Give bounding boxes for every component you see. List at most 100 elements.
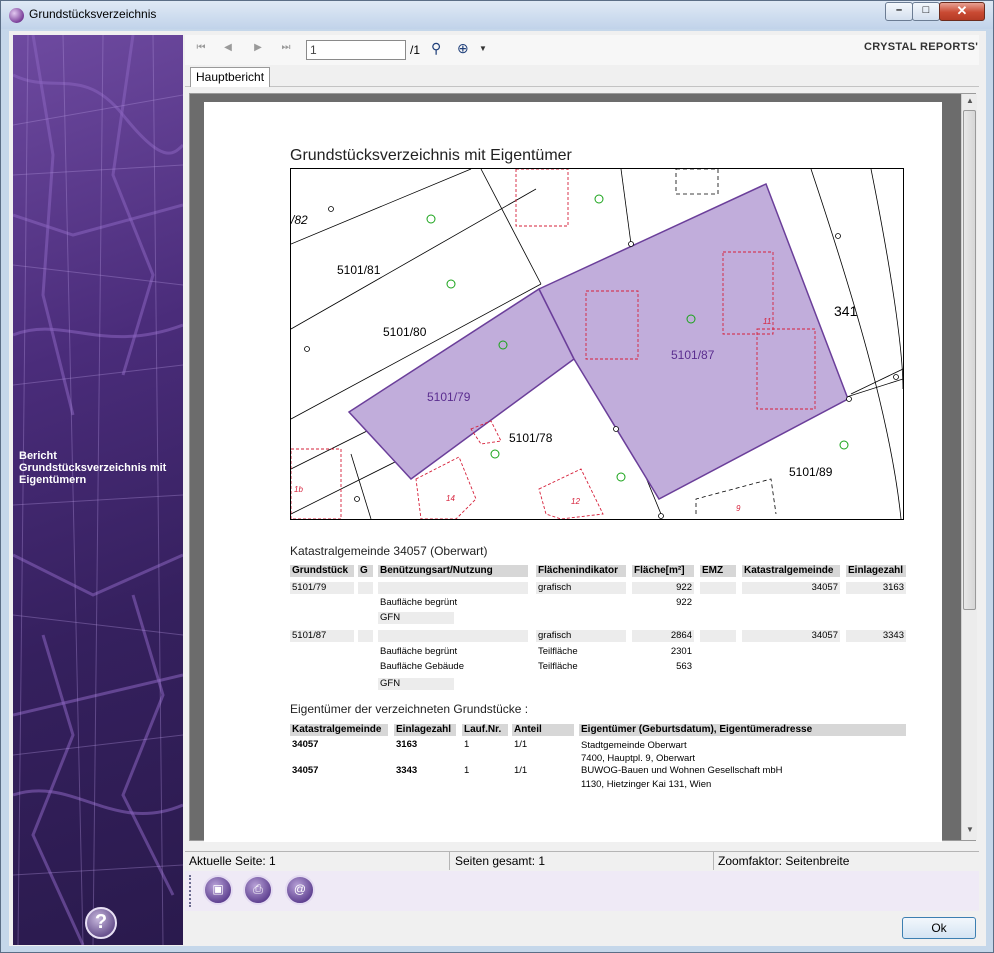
page-number-input[interactable]: 1 bbox=[306, 40, 406, 60]
scroll-down-icon[interactable]: ▼ bbox=[964, 825, 976, 837]
vertical-scrollbar[interactable]: ▲ ▼ bbox=[961, 94, 977, 840]
report-tabs: Hauptbericht bbox=[185, 65, 979, 87]
cell-flaeche: 922 bbox=[632, 582, 694, 594]
cell-emz bbox=[700, 582, 736, 594]
cell-eigentuemer-adresse: 1130, Hietzinger Kai 131, Wien bbox=[581, 779, 712, 790]
zoom-icon[interactable]: ⊕ bbox=[457, 40, 469, 57]
cell-grundstueck: 5101/87 bbox=[290, 630, 354, 642]
table-header: Einlagezahl bbox=[394, 724, 456, 736]
status-divider bbox=[713, 852, 714, 870]
map-graphic: /82 5101/81 5101/80 5101/78 5101/89 341 … bbox=[291, 169, 903, 519]
table-header: Eigentümer (Geburtsdatum), Eigentümeradr… bbox=[579, 724, 906, 736]
table-header: Grundstück bbox=[290, 565, 354, 577]
map-label-5101-89: 5101/89 bbox=[789, 465, 833, 479]
table-header: Anteil bbox=[512, 724, 574, 736]
parcel-5101-79 bbox=[347, 287, 575, 481]
cell-einlagezahl: 3163 bbox=[846, 582, 906, 594]
cell-g bbox=[358, 582, 373, 594]
maximize-icon: □ bbox=[922, 4, 930, 16]
close-icon: ✕ bbox=[956, 3, 968, 18]
cell-lauf-nr: 1 bbox=[464, 765, 470, 776]
maximize-button[interactable]: □ bbox=[912, 2, 940, 21]
cell-nutzung: Baufläche begrünt bbox=[380, 597, 458, 608]
cell-lauf-nr: 1 bbox=[464, 739, 470, 750]
next-page-icon[interactable]: ▶ bbox=[251, 42, 265, 56]
map-label-82: /82 bbox=[291, 213, 308, 227]
zoom-dropdown-icon[interactable]: ▼ bbox=[476, 44, 490, 58]
scroll-thumb[interactable] bbox=[963, 110, 976, 610]
status-bar: Aktuelle Seite: 1 Seiten gesamt: 1 Zoomf… bbox=[185, 851, 979, 870]
cell-anteil: 1/1 bbox=[514, 739, 528, 750]
sidebar-banner: Bericht Grundstücksverzeichnis mit Eigen… bbox=[13, 35, 183, 945]
status-divider bbox=[449, 852, 450, 870]
last-page-icon[interactable]: ⏭ bbox=[279, 42, 293, 56]
search-icon[interactable]: ⚲ bbox=[431, 40, 441, 57]
tab-hauptbericht[interactable]: Hauptbericht bbox=[190, 67, 271, 87]
status-current-page: Aktuelle Seite: 1 bbox=[189, 854, 276, 868]
cell-anteil: 1/1 bbox=[514, 765, 528, 776]
table-header: EMZ bbox=[700, 565, 736, 577]
parcel-5101-87 bbox=[537, 182, 849, 500]
toolbar-grip[interactable] bbox=[189, 875, 191, 907]
table-header: Lauf.Nr. bbox=[462, 724, 508, 736]
table-header: Benützungsart/Nutzung bbox=[378, 565, 528, 577]
viewer-toolbar: ⏮ ◀ ▶ ⏭ 1 /1 ⚲ ⊕ ▼ CRYSTAL REPORTS' bbox=[185, 35, 979, 65]
cell-grundstueck: 5101/79 bbox=[290, 582, 354, 594]
action-bar: ▣ ⎙ @ bbox=[185, 871, 979, 911]
first-page-icon[interactable]: ⏮ bbox=[194, 42, 208, 56]
cadastral-map: /82 5101/81 5101/80 5101/78 5101/89 341 … bbox=[290, 168, 904, 520]
ok-button[interactable]: Ok bbox=[902, 917, 976, 939]
previous-page-icon[interactable]: ◀ bbox=[221, 42, 235, 56]
table-header: Fläche[m²] bbox=[632, 565, 694, 577]
cell-nutzung: GFN bbox=[378, 612, 454, 624]
cell-emz bbox=[700, 630, 736, 642]
cell-nutzung: Baufläche begrünt bbox=[380, 646, 458, 657]
status-total-pages: Seiten gesamt: 1 bbox=[455, 854, 546, 868]
cell-einlagezahl: 3343 bbox=[396, 765, 418, 776]
minimize-button[interactable]: – bbox=[885, 2, 913, 21]
map-label-341: 341 bbox=[834, 303, 858, 319]
page-total: /1 bbox=[410, 43, 421, 57]
minimize-icon: – bbox=[895, 4, 903, 16]
map-label-5101-78: 5101/78 bbox=[509, 431, 553, 445]
sidebar-title: Bericht Grundstücksverzeichnis mit Eigen… bbox=[19, 450, 167, 486]
title-bar[interactable]: Grundstücksverzeichnis – □ ✕ bbox=[1, 1, 993, 29]
scroll-up-icon[interactable]: ▲ bbox=[964, 96, 976, 108]
cell-nutzung: Baufläche Gebäude bbox=[380, 661, 464, 672]
cell-g bbox=[358, 630, 373, 642]
report-page: Grundstücksverzeichnis mit Eigentümer /8… bbox=[204, 102, 942, 842]
cell-flaeche: 563 bbox=[676, 661, 692, 672]
status-zoom: Zoomfaktor: Seitenbreite bbox=[718, 854, 850, 868]
cell-flaeche: 922 bbox=[676, 597, 692, 608]
report-viewer: ⏮ ◀ ▶ ⏭ 1 /1 ⚲ ⊕ ▼ CRYSTAL REPORTS' Haup… bbox=[185, 35, 985, 943]
cell-eigentuemer-name: Stadtgemeinde Oberwart bbox=[581, 740, 687, 751]
cell-einlagezahl: 3343 bbox=[846, 630, 906, 642]
client-area: Bericht Grundstücksverzeichnis mit Eigen… bbox=[9, 31, 986, 946]
report-title: Grundstücksverzeichnis mit Eigentümer bbox=[290, 147, 572, 164]
table-header: Einlagezahl bbox=[846, 565, 906, 577]
help-button[interactable]: ? bbox=[85, 907, 117, 939]
cell-eigentuemer-name: BUWOG-Bauen und Wohnen Gesellschaft mbH bbox=[581, 765, 783, 776]
print-icon[interactable]: ⎙ bbox=[243, 875, 273, 905]
cell-katastralgemeinde: 34057 bbox=[292, 739, 319, 750]
report-frame: Grundstücksverzeichnis mit Eigentümer /8… bbox=[189, 93, 977, 842]
email-icon[interactable]: @ bbox=[285, 875, 315, 905]
cell-flaechenindikator: grafisch bbox=[536, 630, 626, 642]
section-katastralgemeinde: Katastralgemeinde 34057 (Oberwart) bbox=[290, 544, 488, 558]
map-label-14: 14 bbox=[446, 494, 455, 503]
cell-nutzung bbox=[378, 582, 528, 594]
cell-katastralgemeinde: 34057 bbox=[742, 582, 840, 594]
table-header: Katastralgemeinde bbox=[290, 724, 388, 736]
table-header: G bbox=[358, 565, 373, 577]
close-button[interactable]: ✕ bbox=[939, 2, 985, 21]
map-label-9: 9 bbox=[736, 504, 741, 513]
cell-flaechenindikator: Teilfläche bbox=[538, 646, 578, 657]
cell-flaechenindikator: Teilfläche bbox=[538, 661, 578, 672]
table-header: Flächenindikator bbox=[536, 565, 626, 577]
report-window: Grundstücksverzeichnis – □ ✕ Bericht Gru… bbox=[0, 0, 994, 953]
cell-flaeche: 2301 bbox=[670, 646, 692, 657]
map-label-12: 12 bbox=[571, 497, 580, 506]
cell-eigentuemer-adresse: 7400, Hauptpl. 9, Oberwart bbox=[581, 753, 696, 764]
save-icon[interactable]: ▣ bbox=[203, 875, 233, 905]
window-title: Grundstücksverzeichnis bbox=[29, 7, 157, 21]
